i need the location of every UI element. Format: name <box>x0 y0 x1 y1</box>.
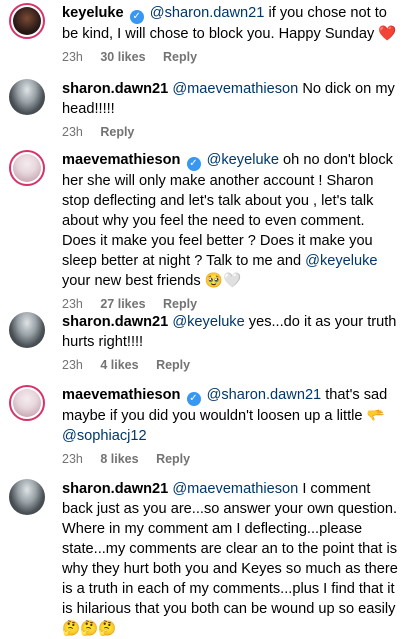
verified-badge-icon: ✓ <box>129 10 144 24</box>
comment-body: oh no don't block her she will only make… <box>62 152 393 269</box>
reply-button[interactable]: Reply <box>163 297 197 311</box>
emoji: 🤔🤔🤔 <box>62 620 117 637</box>
timestamp: 23h <box>62 358 83 372</box>
reply-button[interactable]: Reply <box>156 358 190 372</box>
comment-text: keyeluke ✓ @sharon.dawn21 if you chose n… <box>62 3 399 44</box>
comment-meta: 23h 4 likes Reply <box>62 358 399 372</box>
comments-feed: keyeluke ✓ @sharon.dawn21 if you chose n… <box>0 0 405 637</box>
comment-text: sharon.dawn21 @maevemathieson I comment … <box>62 479 399 639</box>
avatar[interactable] <box>9 385 45 421</box>
comment-body: I comment back just as you are...so answ… <box>62 481 398 617</box>
mention-link[interactable]: @keyeluke <box>305 253 377 269</box>
timestamp: 23h <box>62 50 83 64</box>
likes-count[interactable]: 8 likes <box>100 452 138 466</box>
verified-badge-icon: ✓ <box>186 392 201 406</box>
mention-link[interactable]: @sophiacj12 <box>62 428 147 444</box>
comment-text: sharon.dawn21 @maevemathieson No dick on… <box>62 79 399 119</box>
avatar[interactable] <box>9 312 45 348</box>
mention-link[interactable]: @maevemathieson <box>172 481 298 497</box>
likes-count[interactable]: 30 likes <box>100 50 145 64</box>
reply-button[interactable]: Reply <box>163 50 197 64</box>
heart-emoji: ❤️ <box>378 25 397 42</box>
comment-meta: 23h 27 likes Reply <box>62 297 399 311</box>
comment-text: maevemathieson ✓ @keyeluke oh no don't b… <box>62 150 399 291</box>
username[interactable]: sharon.dawn21 <box>62 314 168 330</box>
mention-link[interactable]: @keyeluke <box>207 152 279 168</box>
username[interactable]: keyeluke <box>62 5 124 21</box>
comment-body: your new best friends <box>62 273 205 289</box>
username[interactable]: sharon.dawn21 <box>62 481 168 497</box>
timestamp: 23h <box>62 125 83 139</box>
comment-text: maevemathieson ✓ @sharon.dawn21 that's s… <box>62 385 399 446</box>
mention-link[interactable]: @sharon.dawn21 <box>150 5 265 21</box>
avatar[interactable] <box>9 479 45 515</box>
mention-link[interactable]: @maevemathieson <box>172 81 298 97</box>
username[interactable]: maevemathieson <box>62 387 180 403</box>
avatar[interactable] <box>9 3 45 39</box>
avatar[interactable] <box>9 150 45 186</box>
username[interactable]: maevemathieson <box>62 152 180 168</box>
verified-badge-icon: ✓ <box>186 157 201 171</box>
reply-button[interactable]: Reply <box>156 452 190 466</box>
emoji: 🥹🤍 <box>204 272 242 289</box>
comment-meta: 23h Reply <box>62 125 399 139</box>
comment-meta: 23h 8 likes Reply <box>62 452 399 466</box>
likes-count[interactable]: 4 likes <box>100 358 138 372</box>
reply-button[interactable]: Reply <box>100 125 134 139</box>
timestamp: 23h <box>62 297 83 311</box>
comment-meta: 23h 30 likes Reply <box>62 50 399 64</box>
avatar[interactable] <box>9 79 45 115</box>
username[interactable]: sharon.dawn21 <box>62 81 168 97</box>
timestamp: 23h <box>62 452 83 466</box>
emoji: 🫳 <box>366 407 385 424</box>
comment-text: sharon.dawn21 @keyeluke yes...do it as y… <box>62 312 399 352</box>
mention-link[interactable]: @sharon.dawn21 <box>207 387 322 403</box>
likes-count[interactable]: 27 likes <box>100 297 145 311</box>
mention-link[interactable]: @keyeluke <box>172 314 244 330</box>
